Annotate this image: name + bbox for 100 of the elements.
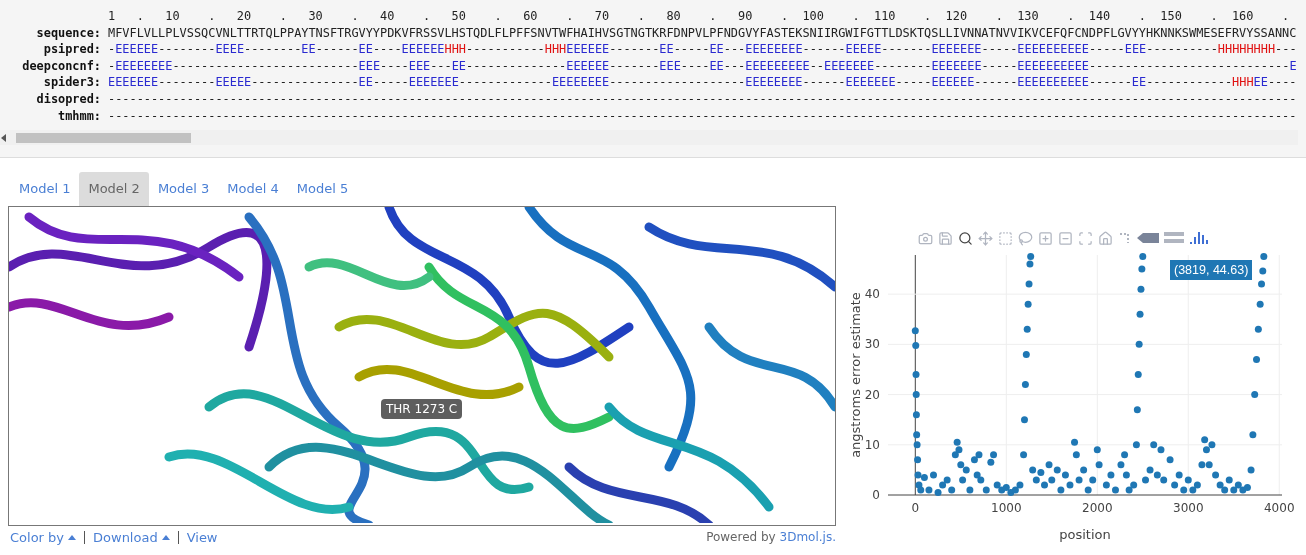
model-tab[interactable]: Model 1 (10, 172, 80, 206)
data-point (1089, 476, 1097, 484)
data-point (1247, 466, 1255, 474)
y-tick-label: 20 (864, 387, 880, 402)
data-point (1137, 285, 1145, 293)
scroll-left-icon[interactable] (0, 133, 8, 142)
data-point (1080, 466, 1088, 474)
x-axis-title: position (1059, 527, 1111, 542)
camera-icon[interactable] (918, 230, 933, 246)
data-point (1121, 451, 1129, 459)
data-point (1251, 391, 1259, 399)
data-point (1254, 325, 1262, 333)
data-point (1024, 300, 1032, 308)
x-tick-label: 3000 (1173, 501, 1204, 515)
zoom-in-icon[interactable] (1038, 230, 1053, 246)
x-tick-label: 0 (911, 501, 920, 515)
y-tick-label: 40 (864, 287, 880, 302)
y-tick-label: 10 (864, 437, 880, 452)
x-tick-label: 2000 (1082, 501, 1113, 515)
data-point (1138, 265, 1146, 273)
data-point (966, 486, 974, 494)
hover-tooltip: (3819, 44.63) (1170, 260, 1253, 280)
data-point (1256, 300, 1264, 308)
data-point (912, 341, 920, 349)
data-point (1135, 340, 1143, 348)
data-point (1139, 253, 1147, 260)
data-point (1072, 451, 1080, 459)
molecule-viewer[interactable]: THR 1273 C (8, 206, 836, 526)
dropdown-link[interactable]: Download (84, 530, 178, 544)
dropdown-link[interactable]: Color by (8, 530, 85, 544)
data-point (1102, 481, 1110, 489)
prediction-track: -EEEEEEEE--------------------------EEE----EEE---EE--------------EEEEEE-------EEE----EE---EEEEEEEEE--EEEEEEE--------EEEEEEE-----EEEEEEEEEE----------------------------E (108, 57, 1298, 75)
position-ruler: 1 . 10 . 20 . 30 . 40 . 50 . 60 . 70 . 80 . 90 . 100 . 110 . 120 . 130 . 140 . 150 . 160 . (108, 8, 1291, 25)
pan-icon[interactable] (978, 230, 993, 246)
data-point (1093, 446, 1101, 454)
data-point (959, 476, 967, 484)
prediction-track: ---------------------------------------------------------------------------------------------------------------------------------------------------------------------- (108, 107, 1298, 125)
data-point (1122, 471, 1130, 479)
model-tab[interactable]: Model 5 (287, 172, 358, 206)
track-label: deepconcnf: (21, 57, 101, 75)
prediction-track: EEEEEEE--------EEEEE---------------EE-----EEEEEEE-------------EEEEEEEE-------------------EEEEEEEE------EEEEEEE-----EEEEEE------EEEEEEEEEE------EE------------HHHEE---- (108, 74, 1298, 91)
sequence-text: MFVFLVLLPLVSSQCVNLTTRTQLPPAYTNSFTRGVYYPDKVFRSSVLHSTQDLFLPFFSNVTWFHAIHVSGTNGTKRFDNPVLPFNDGVYFASTEKSNIIRGWIFGTTLDSKTQSLLIVNNATNVVIKVCEFQFCNDPFLGVYYHKNNKSWMESEFRVYSSANNC (108, 24, 1298, 42)
data-point (1133, 406, 1141, 414)
zoom-icon[interactable] (958, 230, 973, 246)
caret-up-icon (161, 534, 170, 540)
data-point (1025, 280, 1033, 288)
data-point (1023, 325, 1031, 333)
box-select-icon[interactable] (998, 230, 1013, 246)
tag-icon[interactable] (1137, 232, 1159, 244)
data-point (1166, 456, 1174, 464)
bar-logo-icon[interactable] (1189, 231, 1209, 245)
lasso-icon[interactable] (1018, 230, 1033, 246)
data-point (913, 441, 921, 449)
data-point (1136, 310, 1144, 318)
model-tab[interactable]: Model 3 (148, 172, 219, 206)
y-tick-label: 30 (864, 337, 880, 352)
x-tick-label: 1000 (991, 501, 1022, 515)
data-point (930, 471, 937, 479)
track-label: psipred: (42, 41, 101, 58)
model-tab[interactable]: Model 2 (79, 172, 149, 206)
data-point (1071, 438, 1079, 446)
data-point (911, 327, 919, 335)
data-point (1260, 253, 1268, 260)
save-icon[interactable] (938, 230, 953, 246)
data-point (1107, 471, 1115, 479)
home-icon[interactable] (1098, 230, 1113, 246)
track-label: sequence: (35, 24, 101, 42)
data-point (1212, 471, 1220, 479)
data-point (912, 371, 920, 378)
model-tab[interactable]: Model 4 (218, 172, 288, 206)
data-point (1132, 441, 1140, 449)
autoscale-icon[interactable] (1078, 230, 1093, 246)
track-label: disopred: (35, 90, 101, 108)
data-point (1253, 355, 1260, 363)
data-point (982, 486, 990, 494)
spike-lines-icon[interactable] (1118, 231, 1132, 245)
data-point (1258, 280, 1266, 288)
view-link[interactable]: View (177, 530, 226, 544)
credit-link[interactable]: 3Dmol.js. (779, 530, 836, 544)
data-point (1095, 461, 1103, 469)
data-point (1112, 486, 1119, 494)
data-point (1084, 486, 1092, 494)
credit-text: Powered by 3Dmol.js. (706, 530, 836, 544)
data-point (1259, 267, 1267, 275)
data-point (1021, 416, 1028, 424)
x-tick-label: 4000 (1264, 501, 1295, 515)
compare-icon[interactable] (1164, 231, 1184, 245)
data-point (914, 456, 922, 464)
track-label: tmhmm: (57, 107, 101, 125)
data-point (1142, 476, 1149, 484)
y-axis-title: angstroms error estimate (848, 292, 863, 458)
data-point (913, 431, 921, 439)
prediction-track: -EEEEEE--------EEEE--------EE------EE----EEEEEEHHH-----------HHHEEEEEE-------EE-----EE---EEEEEEEE------EEEEE-------EEEEEEE-----EEEEEEEEEE-----EEE----------HHHHHHHH--- (108, 41, 1298, 58)
scroll-thumb[interactable] (16, 132, 191, 143)
data-point (1020, 451, 1028, 459)
zoom-out-icon[interactable] (1058, 230, 1073, 246)
caret-up-icon (68, 534, 77, 540)
data-point (1134, 371, 1142, 378)
data-point (1021, 381, 1029, 389)
horizontal-scrollbar[interactable] (0, 130, 1298, 146)
